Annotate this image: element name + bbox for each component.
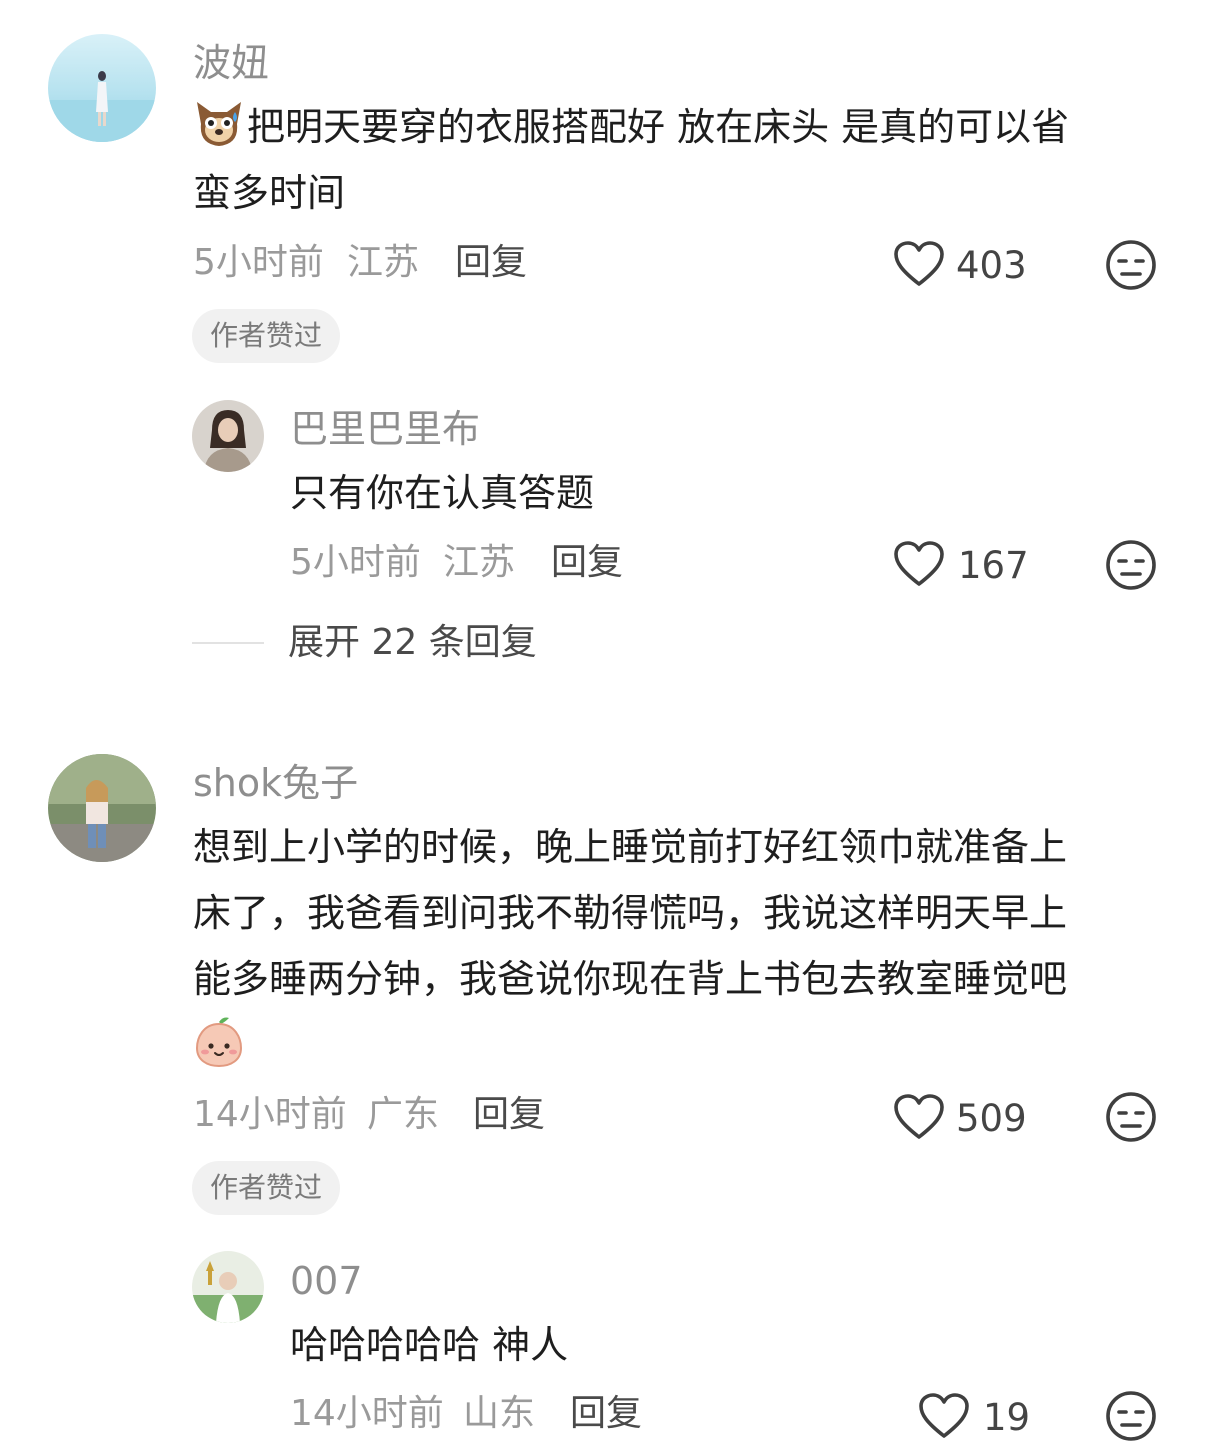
reply-button[interactable]: 回复 (551, 545, 623, 581)
comment-username[interactable]: 波妞 (193, 44, 269, 82)
heart-outline-icon[interactable] (893, 540, 945, 588)
comment-location: 江苏 (347, 242, 420, 283)
reply-time: 14小时前 (290, 1393, 444, 1434)
reply-button[interactable]: 回复 (455, 245, 527, 281)
reply-location: 山东 (463, 1393, 536, 1434)
heart-outline-icon[interactable] (893, 1093, 945, 1141)
comment-text-line: 把明天要穿的衣服搭配好 放在床头 是真的可以省 (247, 105, 1070, 149)
comment-text-line: 蛮多时间 (193, 171, 346, 215)
reply-text: 哈哈哈哈哈 神人 (290, 1323, 569, 1367)
comment-location: 广东 (367, 1094, 440, 1135)
reply-location: 江苏 (443, 542, 516, 583)
avatar-bonyu[interactable] (48, 34, 156, 142)
avatar-007[interactable] (192, 1251, 264, 1323)
comment-time: 5小时前 (193, 242, 324, 283)
meh-face-icon[interactable] (1105, 1091, 1157, 1143)
reply-time: 5小时前 (290, 542, 421, 583)
expand-replies-button[interactable]: 展开 22 条回复 (288, 625, 537, 661)
like-count: 167 (958, 544, 1029, 587)
comment-text-line: 想到上小学的时候，晚上睡觉前打好红领巾就准备上 (193, 825, 1068, 869)
avatar-balibalibu[interactable] (192, 400, 264, 472)
reply-button[interactable]: 回复 (570, 1396, 642, 1432)
peach-blush-emoji (193, 1014, 245, 1068)
heart-outline-icon[interactable] (918, 1392, 970, 1440)
meh-face-icon[interactable] (1105, 539, 1157, 591)
like-count: 403 (956, 244, 1027, 287)
like-count: 19 (983, 1396, 1031, 1439)
avatar-shok[interactable] (48, 754, 156, 862)
meh-face-icon[interactable] (1105, 239, 1157, 291)
meh-face-icon[interactable] (1105, 1390, 1157, 1442)
reply-button[interactable]: 回复 (473, 1097, 545, 1133)
comment-username[interactable]: shok兔子 (193, 764, 358, 802)
comment-time: 14小时前 (193, 1094, 347, 1135)
comment-text-line: 能多睡两分钟，我爸说你现在背上书包去教室睡觉吧 (193, 957, 1068, 1001)
reply-text: 只有你在认真答题 (290, 471, 595, 515)
reply-username[interactable]: 007 (290, 1262, 363, 1300)
comment-text-line: 床了，我爸看到问我不勒得慌吗，我说这样明天早上 (193, 891, 1068, 935)
reply-username[interactable]: 巴里巴里布 (290, 410, 480, 448)
heart-outline-icon[interactable] (893, 240, 945, 288)
expand-divider (192, 642, 264, 644)
like-count: 509 (956, 1097, 1027, 1140)
author-liked-badge: 作者赞过 (192, 309, 341, 363)
dog-sweat-emoji (193, 98, 245, 150)
author-liked-badge: 作者赞过 (192, 1161, 341, 1215)
